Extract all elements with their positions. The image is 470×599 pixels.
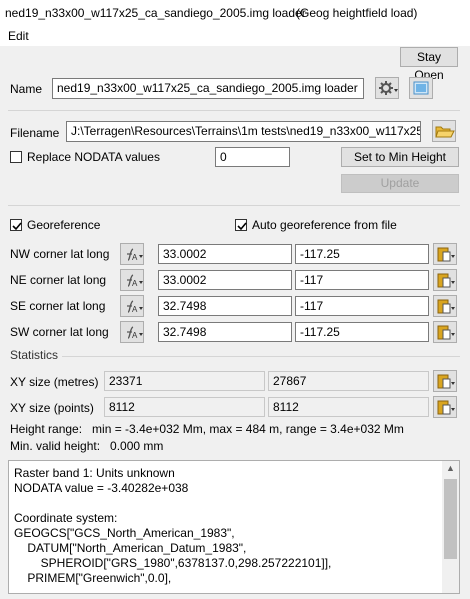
info-line: NODATA value = -3.40282e+038 <box>14 481 189 495</box>
corner-lon-field[interactable]: -117 <box>295 296 429 316</box>
function-icon: A <box>127 326 143 340</box>
scroll-up-icon[interactable]: ▲ <box>446 463 455 473</box>
paste-button[interactable] <box>433 269 457 291</box>
check-icon <box>237 222 247 231</box>
info-line: Coordinate system: <box>14 511 118 525</box>
xy-points-x: 8112 <box>104 397 265 417</box>
browse-button[interactable] <box>432 120 456 142</box>
filename-field[interactable]: J:\Terragen\Resources\Terrains\1m tests\… <box>66 121 421 142</box>
folder-open-icon <box>435 126 455 138</box>
corner-lat-field[interactable]: 33.0002 <box>158 270 292 290</box>
menu-edit[interactable]: Edit <box>8 29 29 43</box>
svg-text:A: A <box>132 253 138 262</box>
nodata-value-field[interactable]: 0 <box>215 147 290 167</box>
corner-label: SW corner lat long <box>10 325 109 339</box>
height-range: Height range: min = -3.4e+032 Mm, max = … <box>10 422 404 436</box>
info-line <box>14 496 331 511</box>
corner-lat-field[interactable]: 32.7498 <box>158 296 292 316</box>
svg-text:A: A <box>132 279 138 288</box>
function-icon: A <box>127 274 143 288</box>
auto-georeference-label: Auto georeference from file <box>252 218 397 232</box>
replace-nodata-checkbox[interactable] <box>10 151 22 163</box>
georeference-checkbox[interactable] <box>10 219 22 231</box>
expression-button[interactable]: A <box>120 269 144 291</box>
window-subtitle: (Geog heightfield load) <box>296 6 418 20</box>
expression-button[interactable]: A <box>120 321 144 343</box>
filename-label: Filename <box>10 126 60 140</box>
corner-label: NE corner lat long <box>10 273 107 287</box>
xy-points-label: XY size (points) <box>10 401 94 415</box>
paste-icon <box>437 299 455 314</box>
paste-button[interactable] <box>433 321 457 343</box>
xy-points-y: 8112 <box>268 397 429 417</box>
georeference-label: Georeference <box>27 218 101 232</box>
xy-metres-label: XY size (metres) <box>10 375 99 389</box>
info-line: PRIMEM["Greenwich",0.0], <box>14 571 172 585</box>
svg-text:A: A <box>132 305 138 314</box>
window-title: ned19_n33x00_w117x25_ca_sandiego_2005.im… <box>5 6 306 20</box>
function-icon: A <box>127 300 143 314</box>
set-to-min-height-button[interactable]: Set to Min Height <box>341 147 459 167</box>
paste-icon <box>437 325 455 340</box>
info-line: SPHEROID["GRS_1980",6378137.0,298.257222… <box>14 556 332 570</box>
paste-button[interactable] <box>433 370 457 392</box>
corner-lon-field[interactable]: -117.25 <box>295 322 429 342</box>
title-bar: ned19_n33x00_w117x25_ca_sandiego_2005.im… <box>0 0 470 26</box>
scroll-thumb[interactable] <box>444 479 457 559</box>
expression-button[interactable]: A <box>120 243 144 265</box>
paste-icon <box>437 247 455 262</box>
paste-button[interactable] <box>433 396 457 418</box>
min-valid-height: Min. valid height: 0.000 mm <box>10 439 164 453</box>
corner-lon-field[interactable]: -117 <box>295 270 429 290</box>
info-line: DATUM["North_American_Datum_1983", <box>14 541 247 555</box>
corner-label: SE corner lat long <box>10 299 106 313</box>
menu-bar: Edit <box>0 26 470 46</box>
corner-lat-field[interactable]: 32.7498 <box>158 322 292 342</box>
xy-metres-y: 27867 <box>268 371 429 391</box>
replace-nodata-label: Replace NODATA values <box>27 150 160 164</box>
corner-lat-field[interactable]: 33.0002 <box>158 244 292 264</box>
info-text-pane[interactable]: Raster band 1: Units unknown NODATA value… <box>8 460 460 594</box>
statistics-header: Statistics <box>10 348 59 362</box>
paste-icon <box>437 374 455 389</box>
name-field[interactable]: ned19_n33x00_w117x25_ca_sandiego_2005.im… <box>52 78 364 99</box>
info-line: GEOGCS["GCS_North_American_1983", <box>14 526 235 540</box>
expression-button[interactable]: A <box>120 295 144 317</box>
view-button[interactable] <box>409 77 433 99</box>
paste-icon <box>437 400 455 415</box>
gear-button[interactable] <box>375 77 399 99</box>
corner-lon-field[interactable]: -117.25 <box>295 244 429 264</box>
auto-georeference-checkbox[interactable] <box>235 219 247 231</box>
paste-icon <box>437 273 455 288</box>
corner-label: NW corner lat long <box>10 247 110 261</box>
info-line: Raster band 1: Units unknown <box>14 466 175 480</box>
function-icon: A <box>127 248 143 262</box>
check-icon <box>12 222 22 231</box>
name-label: Name <box>10 82 43 96</box>
view-icon <box>413 81 429 95</box>
paste-button[interactable] <box>433 243 457 265</box>
paste-button[interactable] <box>433 295 457 317</box>
stay-open-button[interactable]: Stay Open <box>400 47 458 82</box>
svg-text:A: A <box>132 331 138 340</box>
update-button[interactable]: Update <box>341 174 459 193</box>
scrollbar[interactable]: ▲ <box>442 461 459 593</box>
xy-metres-x: 23371 <box>104 371 265 391</box>
gear-icon <box>379 81 398 95</box>
